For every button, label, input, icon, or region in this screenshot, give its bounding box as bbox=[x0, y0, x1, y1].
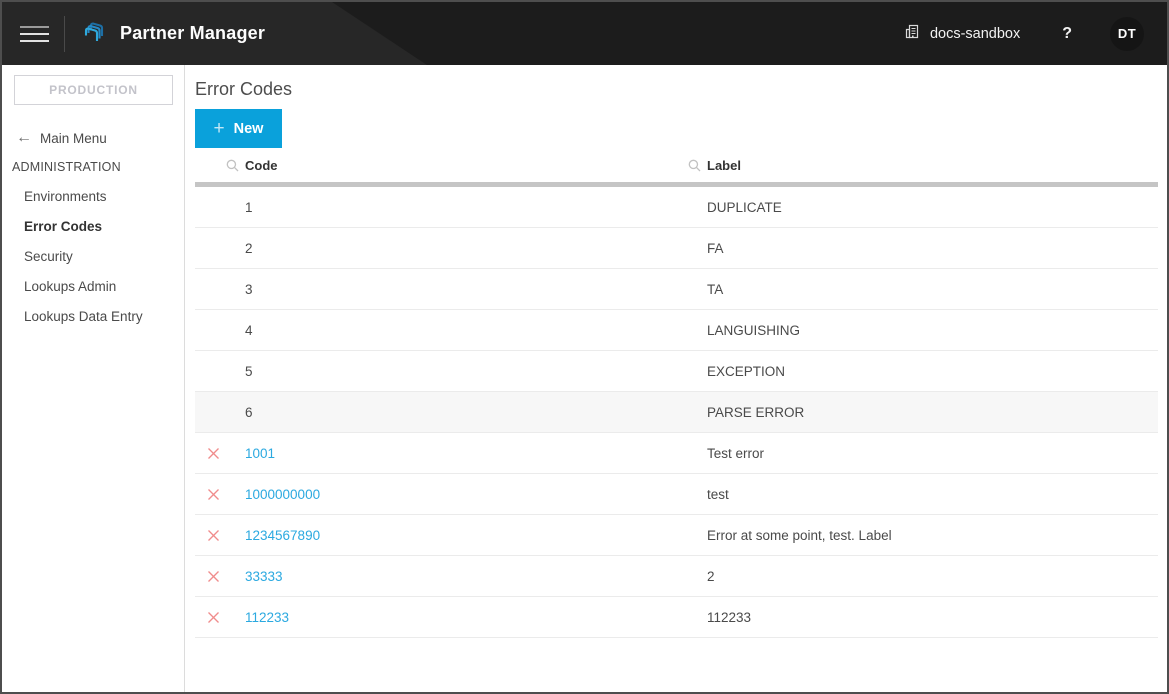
sidebar-item-environments[interactable]: Environments bbox=[2, 181, 184, 211]
plus-icon: + bbox=[214, 119, 225, 138]
error-code-link[interactable]: 1000000000 bbox=[245, 487, 707, 502]
error-label: DUPLICATE bbox=[707, 200, 1158, 215]
error-label: 2 bbox=[707, 569, 1158, 584]
environment-name: docs-sandbox bbox=[930, 26, 1020, 42]
help-icon[interactable]: ? bbox=[1062, 25, 1072, 43]
error-code: 3 bbox=[245, 282, 707, 297]
new-button-label: New bbox=[234, 121, 264, 137]
table-row: 33333 2 bbox=[195, 556, 1158, 597]
error-label: FA bbox=[707, 241, 1158, 256]
error-label: 112233 bbox=[707, 610, 1158, 625]
table-row: 1 DUPLICATE bbox=[195, 187, 1158, 228]
header-divider bbox=[64, 16, 65, 52]
error-label: test bbox=[707, 487, 1158, 502]
error-label: Test error bbox=[707, 446, 1158, 461]
back-label: Main Menu bbox=[40, 131, 107, 146]
error-code-link[interactable]: 1001 bbox=[245, 446, 707, 461]
table-row: 5 EXCEPTION bbox=[195, 351, 1158, 392]
delete-icon[interactable] bbox=[195, 529, 245, 542]
error-code: 5 bbox=[245, 364, 707, 379]
delete-icon[interactable] bbox=[195, 611, 245, 624]
error-code-link[interactable]: 33333 bbox=[245, 569, 707, 584]
error-codes-table: Code Label 1 DUPLICATE bbox=[195, 148, 1158, 638]
delete-icon[interactable] bbox=[195, 488, 245, 501]
sidebar-item-lookups-data-entry[interactable]: Lookups Data Entry bbox=[2, 301, 184, 331]
column-header-code[interactable]: Code bbox=[226, 158, 688, 173]
app-logo-icon bbox=[80, 20, 107, 47]
main-content: Error Codes + New Code bbox=[185, 65, 1167, 692]
error-code: 1 bbox=[245, 200, 707, 215]
sidebar-section-administration: ADMINISTRATION bbox=[12, 160, 184, 174]
delete-icon[interactable] bbox=[195, 447, 245, 460]
table-row: 2 FA bbox=[195, 228, 1158, 269]
sidebar-item-error-codes[interactable]: Error Codes bbox=[2, 211, 184, 241]
avatar[interactable]: DT bbox=[1110, 17, 1144, 51]
environment-selector[interactable]: docs-sandbox bbox=[904, 23, 1020, 44]
sidebar-back-main-menu[interactable]: ← Main Menu bbox=[16, 130, 184, 146]
error-label: Error at some point, test. Label bbox=[707, 528, 1158, 543]
production-badge: PRODUCTION bbox=[14, 75, 173, 105]
sidebar-item-security[interactable]: Security bbox=[2, 241, 184, 271]
table-header-row: Code Label bbox=[195, 148, 1158, 182]
sidebar: PRODUCTION ← Main Menu ADMINISTRATION En… bbox=[2, 65, 185, 692]
table-row: 1000000000 test bbox=[195, 474, 1158, 515]
new-button[interactable]: + New bbox=[195, 109, 282, 148]
error-code: 2 bbox=[245, 241, 707, 256]
error-label: LANGUISHING bbox=[707, 323, 1158, 338]
error-label: TA bbox=[707, 282, 1158, 297]
app-window: Partner Manager docs-sandbox ? DT PRODUC… bbox=[2, 2, 1167, 692]
sidebar-nav: Environments Error Codes Security Lookup… bbox=[2, 181, 184, 331]
table-row: 112233 112233 bbox=[195, 597, 1158, 638]
error-label: EXCEPTION bbox=[707, 364, 1158, 379]
page-title: Error Codes bbox=[195, 78, 1158, 100]
search-icon bbox=[226, 159, 239, 172]
top-bar: Partner Manager docs-sandbox ? DT bbox=[2, 2, 1167, 65]
error-code: 4 bbox=[245, 323, 707, 338]
error-code-link[interactable]: 112233 bbox=[245, 610, 707, 625]
table-row-highlighted: 6 PARSE ERROR bbox=[195, 392, 1158, 433]
hamburger-menu-icon[interactable] bbox=[20, 26, 49, 42]
delete-icon[interactable] bbox=[195, 570, 245, 583]
table-row: 1234567890 Error at some point, test. La… bbox=[195, 515, 1158, 556]
back-arrow-icon: ← bbox=[16, 130, 32, 146]
table-row: 3 TA bbox=[195, 269, 1158, 310]
error-code: 6 bbox=[245, 405, 707, 420]
organization-icon bbox=[904, 23, 921, 44]
app-title: Partner Manager bbox=[120, 23, 265, 44]
search-icon bbox=[688, 159, 701, 172]
error-code-link[interactable]: 1234567890 bbox=[245, 528, 707, 543]
error-label: PARSE ERROR bbox=[707, 405, 1158, 420]
column-header-label[interactable]: Label bbox=[688, 158, 1139, 173]
table-row: 1001 Test error bbox=[195, 433, 1158, 474]
sidebar-item-lookups-admin[interactable]: Lookups Admin bbox=[2, 271, 184, 301]
table-row: 4 LANGUISHING bbox=[195, 310, 1158, 351]
